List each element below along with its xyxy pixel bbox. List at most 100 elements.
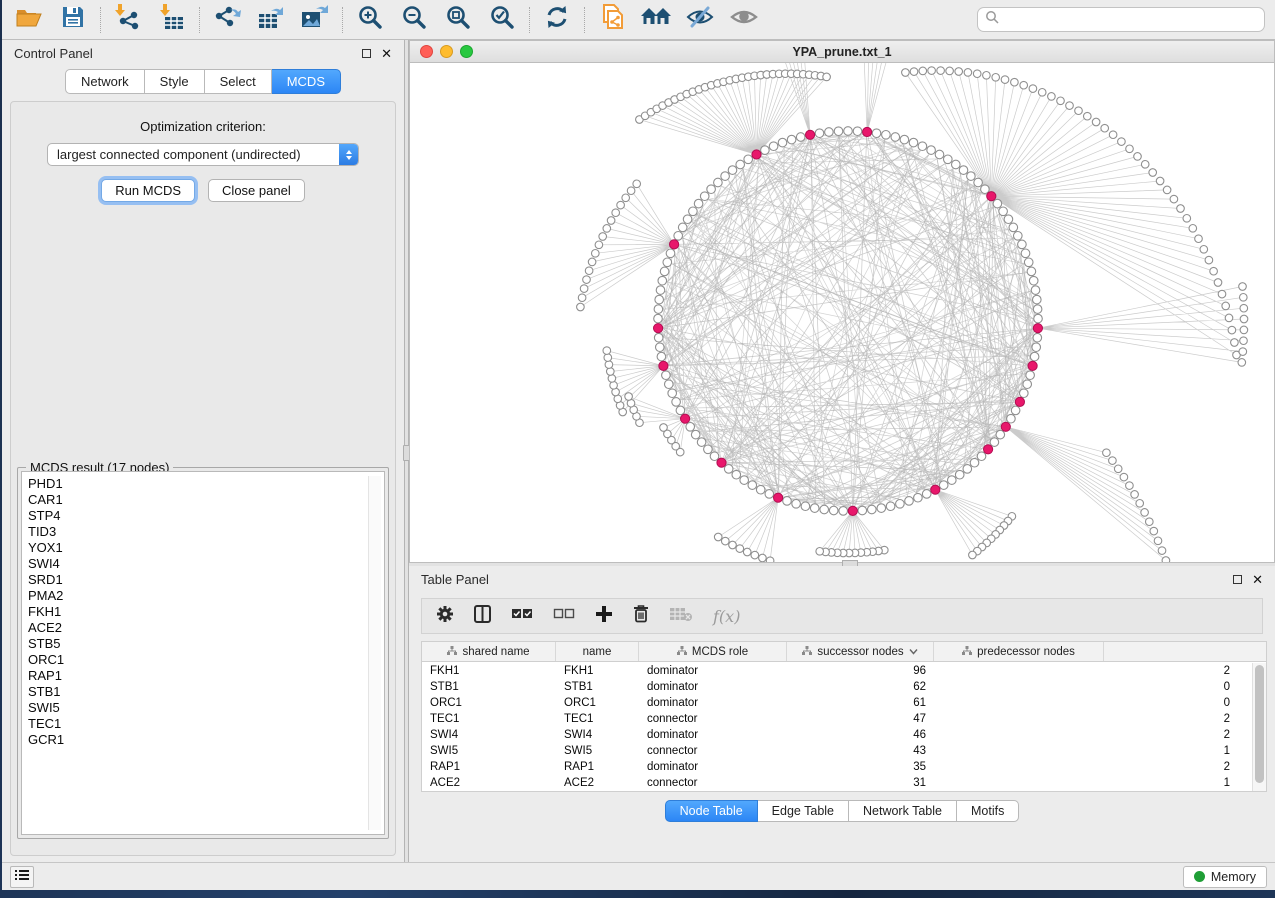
tab-motifs[interactable]: Motifs — [957, 800, 1019, 822]
column-header-shared-name[interactable]: shared name — [422, 642, 556, 661]
search-input[interactable] — [1004, 13, 1257, 27]
table-row[interactable]: SWI5SWI5connector431 — [422, 743, 1252, 759]
table-cell: connector — [639, 745, 787, 757]
result-list-scrollbar[interactable] — [368, 476, 381, 830]
mcds-result-item[interactable]: TEC1 — [28, 716, 384, 732]
mcds-result-item[interactable]: YOX1 — [28, 540, 384, 556]
show-columns-button[interactable] — [474, 605, 491, 628]
table-cell: STB1 — [556, 681, 639, 693]
mcds-result-item[interactable]: PMA2 — [28, 588, 384, 604]
mcds-result-item[interactable]: ACE2 — [28, 620, 384, 636]
mcds-result-item[interactable]: RAP1 — [28, 668, 384, 684]
namespace-icon — [962, 646, 972, 658]
node-table: shared name name MCDS role successor nod… — [421, 641, 1267, 792]
memory-status-icon — [1194, 871, 1205, 882]
table-row[interactable]: RAP1RAP1dominator352 — [422, 759, 1252, 775]
select-all-rows-button[interactable] — [511, 607, 533, 626]
task-history-button[interactable] — [10, 866, 34, 888]
table-settings-button[interactable] — [436, 605, 454, 628]
table-cell: dominator — [639, 665, 787, 677]
export-table-button[interactable] — [256, 6, 286, 34]
mcds-result-item[interactable]: TID3 — [28, 524, 384, 540]
table-cell: 2 — [934, 713, 1252, 725]
copy-network-button[interactable] — [597, 6, 627, 34]
float-panel-icon[interactable] — [362, 49, 371, 58]
tab-network-table[interactable]: Network Table — [849, 800, 957, 822]
memory-button[interactable]: Memory — [1183, 866, 1267, 888]
tab-style[interactable]: Style — [145, 69, 205, 94]
mcds-result-item[interactable]: CAR1 — [28, 492, 384, 508]
mcds-result-item[interactable]: SWI5 — [28, 700, 384, 716]
run-mcds-button[interactable]: Run MCDS — [101, 179, 195, 202]
table-row[interactable]: STB1STB1dominator620 — [422, 679, 1252, 695]
network-titlebar: YPA_prune.txt_1 — [410, 41, 1274, 63]
checked-boxes-icon — [511, 607, 533, 626]
save-session-button[interactable] — [58, 6, 88, 34]
main-area: Control Panel ✕ Network Style Select MCD… — [2, 40, 1275, 862]
open-session-button[interactable] — [14, 6, 44, 34]
function-builder-button-disabled: f(x) — [713, 607, 740, 626]
table-panel-title: Table Panel — [421, 572, 1233, 587]
show-all-button[interactable] — [729, 6, 759, 34]
table-row[interactable]: SWI4SWI4dominator462 — [422, 727, 1252, 743]
namespace-icon — [677, 646, 687, 658]
tab-select[interactable]: Select — [205, 69, 272, 94]
table-cell: ORC1 — [422, 697, 556, 709]
table-row[interactable]: FKH1FKH1dominator962 — [422, 663, 1252, 679]
table-scrollbar-thumb[interactable] — [1255, 665, 1264, 783]
first-neighbors-button[interactable] — [641, 6, 671, 34]
mcds-result-item[interactable]: SRD1 — [28, 572, 384, 588]
zoom-selected-button[interactable] — [487, 6, 517, 34]
column-header-name[interactable]: name — [556, 642, 639, 661]
mcds-result-item[interactable]: STP4 — [28, 508, 384, 524]
delete-column-button[interactable] — [633, 604, 649, 628]
mcds-result-item[interactable]: ORC1 — [28, 652, 384, 668]
plus-icon — [595, 605, 613, 628]
zoom-in-button[interactable] — [355, 6, 385, 34]
close-panel-icon[interactable]: ✕ — [1252, 573, 1263, 586]
network-graph[interactable] — [410, 63, 1274, 562]
tab-mcds[interactable]: MCDS — [272, 69, 341, 94]
zoom-fit-button[interactable] — [443, 6, 473, 34]
import-table-button[interactable] — [157, 6, 187, 34]
column-header-predecessor-nodes[interactable]: predecessor nodes — [934, 642, 1104, 661]
mcds-result-item[interactable]: GCR1 — [28, 732, 384, 748]
table-row[interactable]: ORC1ORC1dominator610 — [422, 695, 1252, 711]
table-body[interactable]: FKH1FKH1dominator962STB1STB1dominator620… — [422, 663, 1252, 791]
table-row[interactable]: TEC1TEC1connector472 — [422, 711, 1252, 727]
export-network-button[interactable] — [212, 6, 242, 34]
criterion-select[interactable]: largest connected component (undirected) — [47, 143, 359, 166]
hide-selected-button[interactable] — [685, 6, 715, 34]
tab-network[interactable]: Network — [65, 69, 145, 94]
mcds-result-item[interactable]: STB5 — [28, 636, 384, 652]
zoom-out-button[interactable] — [399, 6, 429, 34]
mcds-result-list[interactable]: PHD1CAR1STP4TID3YOX1SWI4SRD1PMA2FKH1ACE2… — [21, 471, 385, 835]
refresh-layout-button[interactable] — [542, 6, 572, 34]
import-network-button[interactable] — [113, 6, 143, 34]
open-folder-icon — [15, 6, 43, 33]
table-cell: 1 — [934, 745, 1252, 757]
houses-icon — [640, 5, 672, 34]
close-panel-button[interactable]: Close panel — [208, 179, 305, 202]
close-panel-icon[interactable]: ✕ — [381, 47, 392, 60]
table-scrollbar[interactable] — [1252, 663, 1266, 791]
mcds-result-item[interactable]: PHD1 — [28, 476, 384, 492]
mcds-result-item[interactable]: STB1 — [28, 684, 384, 700]
deselect-all-rows-button[interactable] — [553, 607, 575, 626]
column-header-mcds-role[interactable]: MCDS role — [639, 642, 787, 661]
tab-node-table[interactable]: Node Table — [665, 800, 758, 822]
tab-edge-table[interactable]: Edge Table — [758, 800, 849, 822]
export-image-button[interactable] — [300, 6, 330, 34]
network-canvas[interactable] — [410, 63, 1274, 562]
mcds-result-item[interactable]: FKH1 — [28, 604, 384, 620]
zoom-out-icon — [401, 4, 427, 35]
network-title: YPA_prune.txt_1 — [410, 45, 1274, 59]
table-row[interactable]: ACE2ACE2connector311 — [422, 775, 1252, 791]
column-header-successor-nodes[interactable]: successor nodes — [787, 642, 934, 661]
float-panel-icon[interactable] — [1233, 575, 1242, 584]
memory-label: Memory — [1211, 870, 1256, 884]
mcds-result-item[interactable]: SWI4 — [28, 556, 384, 572]
create-column-button[interactable] — [595, 605, 613, 628]
control-panel: Control Panel ✕ Network Style Select MCD… — [2, 40, 404, 862]
delete-table-button-disabled — [669, 606, 693, 627]
